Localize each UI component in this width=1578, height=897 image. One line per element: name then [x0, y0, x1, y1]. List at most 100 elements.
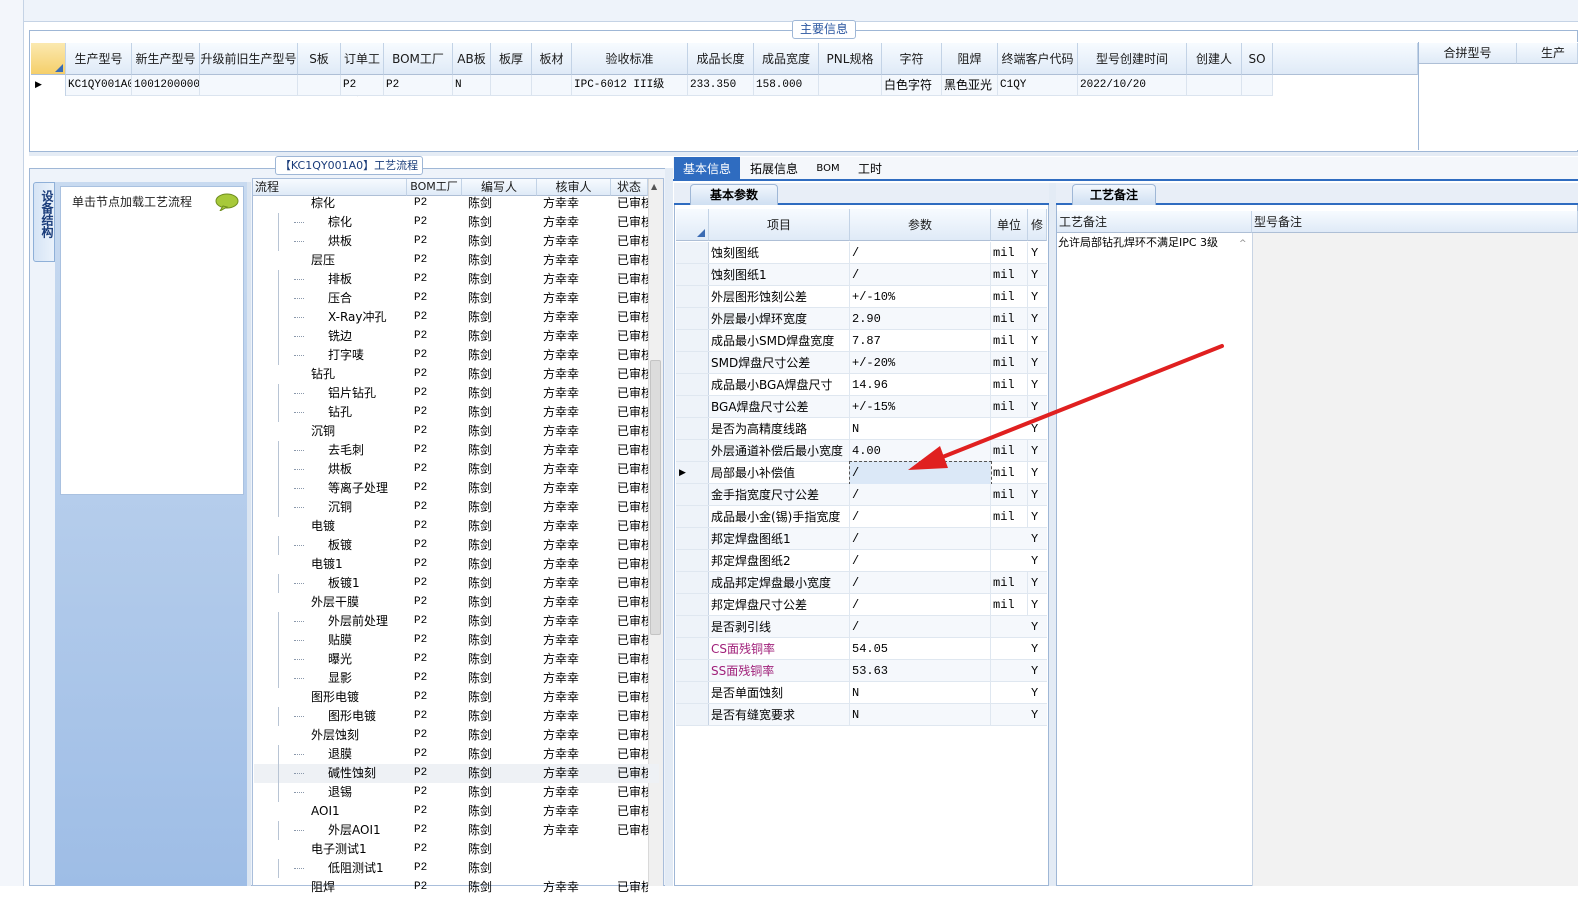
row-header-cell[interactable]	[676, 572, 709, 593]
row-header-cell[interactable]	[676, 638, 709, 659]
tree-row[interactable]: −AOI1P2陈剑方幸幸已审核	[254, 802, 659, 821]
row-header-cell[interactable]	[676, 418, 709, 439]
param-flag[interactable]: Y	[1028, 660, 1047, 682]
row-header-cell[interactable]	[676, 264, 709, 285]
main-cell[interactable]: 233.350	[688, 75, 754, 96]
tree-row[interactable]: 图形电镀 P2 陈剑 方幸幸 已审核	[254, 707, 659, 726]
main-col-header[interactable]: SO	[1242, 43, 1273, 75]
param-row[interactable]: 是否有缝宽要求 N Y	[676, 704, 1047, 726]
panel-splitter-mid[interactable]	[665, 168, 673, 886]
param-value[interactable]: 54.05	[850, 638, 991, 660]
param-value[interactable]: /	[850, 506, 991, 528]
tree-row[interactable]: −电镀1P2陈剑方幸幸已审核	[254, 555, 659, 574]
tree-row[interactable]: 碱性蚀刻 P2 陈剑 方幸幸 已审核	[254, 764, 659, 783]
remarks-process-text[interactable]: 允许局部钻孔焊环不满足IPC 3级	[1058, 235, 1238, 251]
main-cell[interactable]: 158.000	[754, 75, 819, 96]
param-row[interactable]: 成品邦定焊盘最小宽度 / mil Y	[676, 572, 1047, 594]
param-row[interactable]: 金手指宽度尺寸公差 / mil Y	[676, 484, 1047, 506]
tree-row[interactable]: 沉铜 P2 陈剑 方幸幸 已审核	[254, 498, 659, 517]
tree-row[interactable]: −层压P2陈剑方幸幸已审核	[254, 251, 659, 270]
tree-row[interactable]: 板镀 P2 陈剑 方幸幸 已审核	[254, 536, 659, 555]
main-col-header[interactable]: 新生产型号	[132, 43, 200, 75]
main-cell[interactable]: 2022/10/20	[1078, 75, 1187, 96]
tree-row[interactable]: 铝片钻孔 P2 陈剑 方幸幸 已审核	[254, 384, 659, 403]
main-cell[interactable]	[298, 75, 341, 96]
param-value[interactable]: /	[850, 242, 991, 264]
param-row[interactable]: 外层最小焊环宽度 2.90 mil Y	[676, 308, 1047, 330]
tree-row[interactable]: −电镀P2陈剑方幸幸已审核	[254, 517, 659, 536]
tree-row[interactable]: 外层前处理 P2 陈剑 方幸幸 已审核	[254, 612, 659, 631]
param-value[interactable]: /	[850, 616, 991, 638]
main-col-header[interactable]: 板材	[532, 43, 572, 75]
bp-col-value[interactable]: 参数	[850, 209, 991, 241]
tab-basic-params[interactable]: 基本参数	[690, 184, 778, 205]
tree-row[interactable]: 打字唛 P2 陈剑 方幸幸 已审核	[254, 346, 659, 365]
param-row[interactable]: SS面残铜率 53.63 Y	[676, 660, 1047, 682]
tree-row[interactable]: 等离子处理 P2 陈剑 方幸幸 已审核	[254, 479, 659, 498]
tree-row[interactable]: −阻焊P2陈剑方幸幸已审核	[254, 878, 659, 897]
tree-row[interactable]: 压合 P2 陈剑 方幸幸 已审核	[254, 289, 659, 308]
param-flag[interactable]: Y	[1028, 704, 1047, 726]
param-flag[interactable]: Y	[1028, 682, 1047, 704]
param-flag[interactable]: Y	[1028, 594, 1047, 616]
panel-splitter-right[interactable]	[1049, 183, 1056, 886]
param-flag[interactable]: Y	[1028, 242, 1047, 264]
tab-process-remarks[interactable]: 工艺备注	[1072, 184, 1156, 205]
row-header-cell[interactable]	[676, 660, 709, 681]
row-header-cell[interactable]	[676, 594, 709, 615]
bp-col-item[interactable]: 项目	[709, 209, 850, 241]
main-cell[interactable]: N	[453, 75, 491, 96]
main-col-header[interactable]: AB板	[453, 43, 491, 75]
tree-row[interactable]: −钻孔P2陈剑方幸幸已审核	[254, 365, 659, 384]
tree-row[interactable]: −电子测试1P2陈剑	[254, 840, 659, 859]
tree-row[interactable]: 贴膜 P2 陈剑 方幸幸 已审核	[254, 631, 659, 650]
tree-scroll-up-icon[interactable]: ▲	[651, 182, 657, 191]
param-value[interactable]: /	[850, 572, 991, 594]
main-col-header[interactable]: BOM工厂	[384, 43, 453, 75]
param-row[interactable]: 蚀刻图纸 / mil Y	[676, 242, 1047, 264]
main-cell[interactable]: IPC-6012 III级	[572, 75, 688, 96]
row-header-cell[interactable]	[676, 242, 709, 263]
param-flag[interactable]: Y	[1028, 506, 1047, 528]
param-flag[interactable]: Y	[1028, 286, 1047, 308]
main-cell[interactable]	[200, 75, 298, 96]
row-header-cell[interactable]	[676, 528, 709, 549]
main-cell[interactable]	[491, 75, 532, 96]
param-value[interactable]: /	[850, 594, 991, 616]
tree-row[interactable]: 曝光 P2 陈剑 方幸幸 已审核	[254, 650, 659, 669]
main-col-header[interactable]: 验收标准	[572, 43, 688, 75]
tree-row[interactable]: 棕化 P2 陈剑 方幸幸 已审核	[254, 213, 659, 232]
main-cell[interactable]	[819, 75, 882, 96]
main-cell[interactable]: KC1QY001A0	[66, 75, 132, 96]
horizontal-splitter[interactable]	[29, 152, 1578, 156]
row-header-cell[interactable]	[676, 484, 709, 505]
tree-row[interactable]: 铣边 P2 陈剑 方幸幸 已审核	[254, 327, 659, 346]
param-value[interactable]: /	[850, 528, 991, 550]
tree-row[interactable]: 烘板 P2 陈剑 方幸幸 已审核	[254, 232, 659, 251]
param-flag[interactable]: Y	[1028, 264, 1047, 286]
param-flag[interactable]: Y	[1028, 484, 1047, 506]
remarks-col-process[interactable]: 工艺备注	[1057, 211, 1252, 233]
param-row[interactable]: 是否单面蚀刻 N Y	[676, 682, 1047, 704]
remarks-model-area[interactable]	[1252, 233, 1578, 886]
remarks-scroll-up-icon[interactable]: ^	[1239, 239, 1247, 249]
param-row[interactable]: 是否剥引线 / Y	[676, 616, 1047, 638]
main-col-header[interactable]: 成品宽度	[754, 43, 819, 75]
main-cell[interactable]: P2	[341, 75, 384, 96]
tree-row[interactable]: 钻孔 P2 陈剑 方幸幸 已审核	[254, 403, 659, 422]
main-cell[interactable]: 黑色亚光	[942, 75, 998, 96]
tree-row[interactable]: −外层蚀刻P2陈剑方幸幸已审核	[254, 726, 659, 745]
right-header-production[interactable]: 生产	[1517, 43, 1578, 64]
main-cell[interactable]: C1QY	[998, 75, 1078, 96]
param-flag[interactable]: Y	[1028, 572, 1047, 594]
row-header-cell[interactable]	[676, 550, 709, 571]
row-header-cell[interactable]	[676, 374, 709, 395]
row-header-cell[interactable]	[676, 682, 709, 703]
param-value[interactable]: /	[850, 264, 991, 286]
main-cell[interactable]	[1242, 75, 1273, 96]
tree-row[interactable]: 退膜 P2 陈剑 方幸幸 已审核	[254, 745, 659, 764]
tree-row[interactable]: −图形电镀P2陈剑方幸幸已审核	[254, 688, 659, 707]
main-col-header[interactable]: 阻焊	[942, 43, 998, 75]
row-header-cell[interactable]	[676, 330, 709, 351]
tree-row[interactable]: −棕化P2陈剑方幸幸已审核	[254, 194, 659, 213]
